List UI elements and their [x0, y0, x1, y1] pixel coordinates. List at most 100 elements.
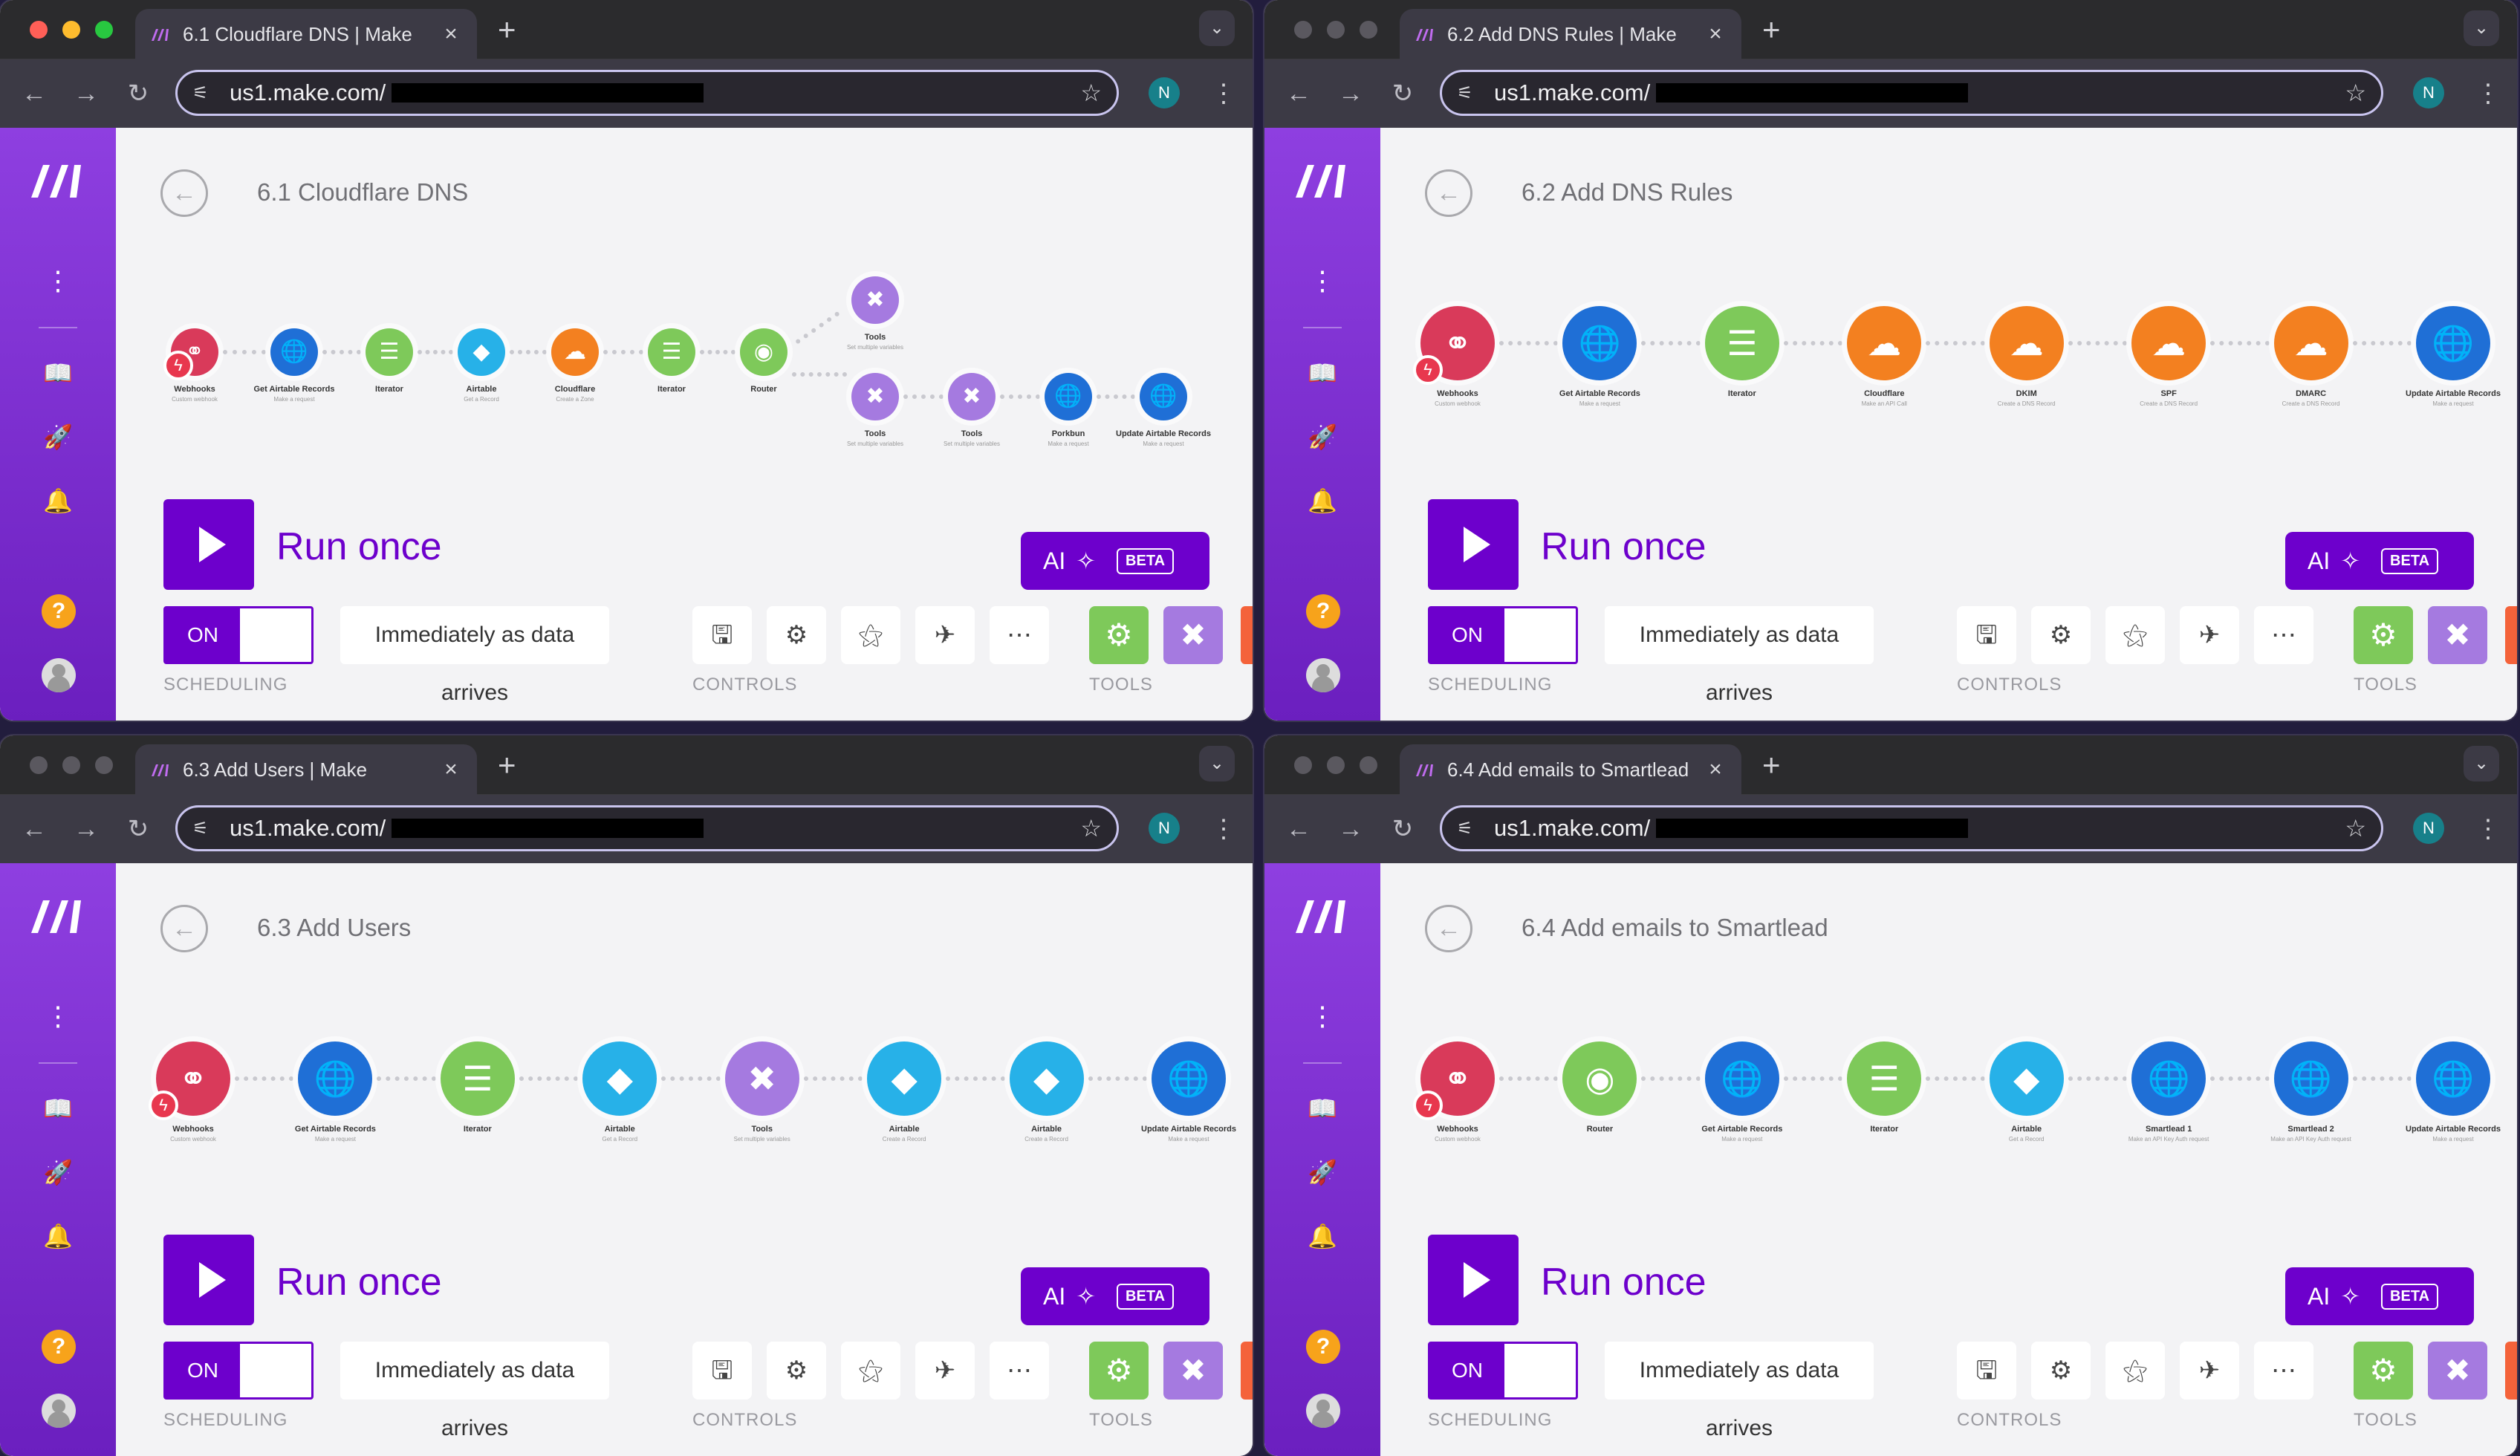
schedule-setting[interactable]: Immediately as data arrives	[1605, 1342, 1874, 1440]
module-get-airtable-records[interactable]: 🌐	[270, 328, 318, 376]
new-tab-button[interactable]: +	[1762, 12, 1781, 48]
module-airtable[interactable]: ◆	[867, 1041, 942, 1116]
module-get-airtable-records[interactable]: 🌐	[1562, 306, 1637, 380]
bell-icon[interactable]: 🔔	[1303, 1217, 1342, 1255]
reload-icon[interactable]: ↻	[1382, 808, 1423, 850]
module-connector[interactable]	[418, 350, 453, 356]
address-bar[interactable]: ⚟ us1.make.com/ ☆	[1440, 70, 2383, 116]
module-connector[interactable]	[1499, 1076, 1559, 1082]
address-bar[interactable]: ⚟ us1.make.com/ ☆	[1440, 805, 2383, 851]
kebab-icon[interactable]: ⋮	[1211, 73, 1236, 114]
help-icon[interactable]: ?	[42, 594, 76, 628]
module-porkbun[interactable]: 🌐	[1045, 373, 1092, 420]
scenario-canvas[interactable]: ⚭ ϟ Webhooks Custom webhook 🌐 Get Airtable Re…	[149, 261, 1218, 462]
close-window-button[interactable]	[30, 21, 48, 39]
more-icon[interactable]: ⋮	[39, 261, 77, 300]
profile-avatar[interactable]: N	[1149, 813, 1180, 844]
bell-icon[interactable]: 🔔	[39, 481, 77, 520]
tools-gear-icon[interactable]: ⚙	[1089, 1342, 1149, 1400]
module-connector[interactable]	[1783, 1076, 1843, 1082]
more-icon[interactable]: ⋮	[39, 997, 77, 1036]
gear-icon[interactable]: ⚙	[2031, 606, 2091, 664]
module-connector[interactable]	[235, 1076, 294, 1082]
forward-icon[interactable]: →	[1330, 808, 1371, 850]
module-connector[interactable]	[603, 350, 643, 356]
tools-icon[interactable]: ✖	[2428, 1342, 2487, 1400]
help-icon[interactable]: ?	[1306, 1330, 1340, 1364]
ai-button[interactable]: AI ✧ BETA	[2285, 532, 2474, 590]
tools-gear-icon[interactable]: ⚙	[2354, 606, 2413, 664]
tools-gear-icon[interactable]: ⚙	[2354, 1342, 2413, 1400]
module-spf[interactable]: ☁	[2131, 306, 2206, 380]
star-icon[interactable]: ☆	[2345, 79, 2366, 107]
browser-tab[interactable]: 6.1 Cloudflare DNS | Make ×	[135, 9, 477, 59]
tab-search-button[interactable]: ⌄	[2464, 746, 2499, 781]
module-connector[interactable]	[1783, 341, 1843, 347]
back-icon[interactable]: ←	[13, 73, 55, 114]
tab-search-button[interactable]: ⌄	[1199, 10, 1235, 46]
make-logo-icon[interactable]	[1294, 897, 1351, 935]
user-avatar[interactable]	[42, 1394, 76, 1428]
star-icon[interactable]: ☆	[1080, 814, 1102, 842]
tools-icon[interactable]: ✖	[1163, 1342, 1223, 1400]
make-logo-icon[interactable]	[30, 897, 86, 935]
module-connector[interactable]	[2210, 1076, 2270, 1082]
ai-button[interactable]: AI ✧ BETA	[1021, 1267, 1209, 1325]
airplane-icon[interactable]: ✈	[915, 1342, 975, 1400]
module-iterator[interactable]: ☰	[648, 328, 695, 376]
module-smartlead-2[interactable]: 🌐	[2273, 1041, 2348, 1116]
maximize-window-button[interactable]	[1360, 21, 1377, 39]
module-dmarc[interactable]: ☁	[2273, 306, 2348, 380]
airplane-icon[interactable]: ✈	[2180, 1342, 2239, 1400]
forward-icon[interactable]: →	[1330, 73, 1371, 114]
close-tab-icon[interactable]: ×	[440, 22, 462, 47]
tools-gear-icon[interactable]: ⚙	[1089, 606, 1149, 664]
ai-button[interactable]: AI ✧ BETA	[1021, 532, 1209, 590]
maximize-window-button[interactable]	[1360, 756, 1377, 774]
magic-wand-icon[interactable]: ⚝	[2105, 1342, 2165, 1400]
reload-icon[interactable]: ↻	[117, 808, 159, 850]
help-icon[interactable]: ?	[42, 1330, 76, 1364]
module-iterator[interactable]: ☰	[1704, 306, 1779, 380]
module-connector[interactable]	[2352, 341, 2412, 347]
forward-icon[interactable]: →	[65, 808, 107, 850]
module-connector[interactable]	[519, 1076, 579, 1082]
maximize-window-button[interactable]	[95, 21, 113, 39]
module-connector[interactable]	[322, 350, 361, 356]
make-logo-icon[interactable]	[30, 162, 86, 199]
address-bar[interactable]: ⚟ us1.make.com/ ☆	[175, 805, 1119, 851]
ai-button[interactable]: AI ✧ BETA	[2285, 1267, 2474, 1325]
module-tools[interactable]: ✖	[851, 276, 899, 324]
scheduling-toggle[interactable]: ON	[163, 606, 314, 664]
partial-orange-tool[interactable]	[1241, 1342, 1253, 1400]
module-connector[interactable]	[803, 1076, 863, 1082]
module-get-airtable-records[interactable]: 🌐	[298, 1041, 373, 1116]
rocket-icon[interactable]: 🚀	[1303, 417, 1342, 456]
module-connector[interactable]	[2068, 341, 2128, 347]
module-iterator[interactable]: ☰	[1847, 1041, 1922, 1116]
save-icon[interactable]: 🖫	[692, 606, 752, 664]
module-connector[interactable]	[700, 350, 735, 356]
tools-icon[interactable]: ✖	[2428, 606, 2487, 664]
close-window-button[interactable]	[30, 756, 48, 774]
module-connector[interactable]	[377, 1076, 436, 1082]
site-settings-icon[interactable]: ⚟	[192, 82, 222, 104]
module-connector[interactable]	[2352, 1076, 2412, 1082]
module-iterator[interactable]: ☰	[440, 1041, 515, 1116]
save-icon[interactable]: 🖫	[692, 1342, 752, 1400]
magic-wand-icon[interactable]: ⚝	[841, 1342, 900, 1400]
partial-orange-tool[interactable]	[1241, 606, 1253, 664]
kebab-icon[interactable]: ⋮	[1211, 808, 1236, 850]
module-connector[interactable]	[1641, 341, 1701, 347]
forward-icon[interactable]: →	[65, 73, 107, 114]
star-icon[interactable]: ☆	[1080, 79, 1102, 107]
run-once-label[interactable]: Run once	[276, 524, 442, 569]
airplane-icon[interactable]: ✈	[915, 606, 975, 664]
run-once-label[interactable]: Run once	[276, 1260, 442, 1304]
close-tab-icon[interactable]: ×	[1704, 22, 1727, 47]
module-airtable[interactable]: ◆	[458, 328, 505, 376]
tab-search-button[interactable]: ⌄	[2464, 10, 2499, 46]
minimize-window-button[interactable]	[1327, 21, 1345, 39]
module-update-airtable-records[interactable]: 🌐	[1140, 373, 1187, 420]
close-window-button[interactable]	[1294, 21, 1312, 39]
